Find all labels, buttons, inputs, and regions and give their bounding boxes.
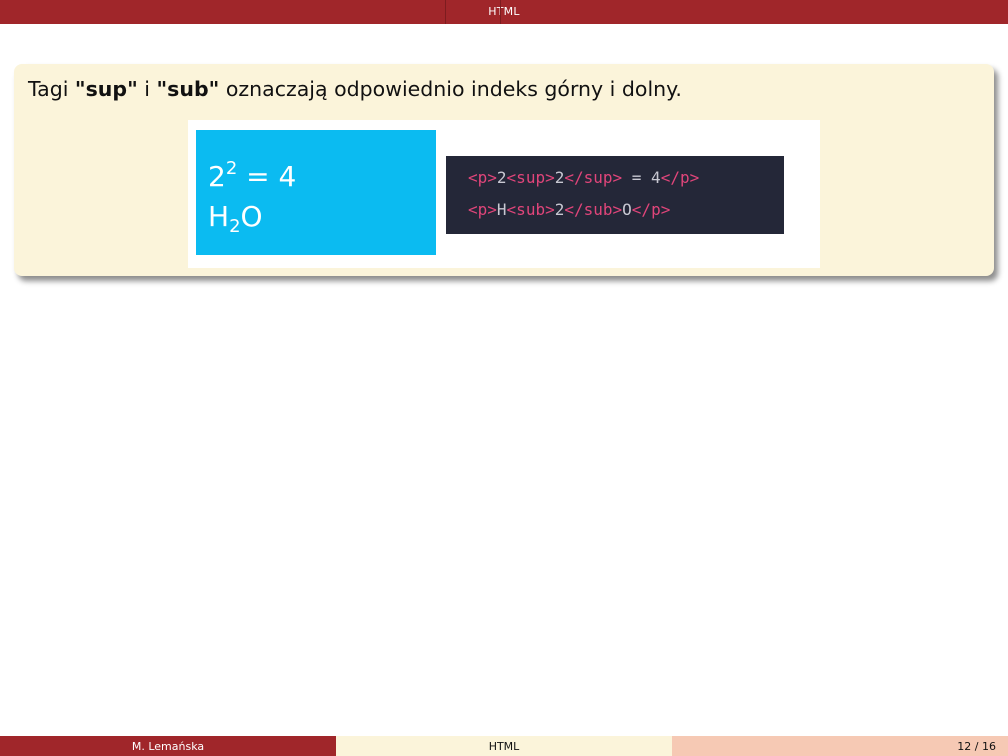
code-line-sub: <p>H<sub>2</sub>O</p> xyxy=(468,200,670,219)
rendered-superscript: 2 xyxy=(225,158,238,179)
code-text: O xyxy=(622,200,632,219)
text-mid: i xyxy=(137,77,157,101)
rendered-base: H xyxy=(208,200,230,233)
code-tag: <p> xyxy=(468,200,497,219)
code-tag: <p> xyxy=(468,168,497,187)
sup-label: "sup" xyxy=(74,77,138,101)
rendered-line-sub: H2O xyxy=(208,200,263,236)
footer-page-section: 12 / 16 xyxy=(672,736,1008,756)
code-tag: <sub> xyxy=(506,200,555,219)
rendered-subscript: 2 xyxy=(229,216,241,237)
footer-bar: M. Lemańska HTML 12 / 16 xyxy=(0,736,1008,756)
rendered-output-panel: 22 = 4 H2O xyxy=(196,130,436,255)
code-tag: <sup> xyxy=(506,168,555,187)
footer-author-section: M. Lemańska xyxy=(0,736,336,756)
rendered-rest: O xyxy=(240,200,263,233)
code-text: 2 xyxy=(496,168,507,187)
footer-title-section: HTML xyxy=(336,736,672,756)
header-title: HTML xyxy=(488,5,520,18)
block-text: Tagi "sup" i "sub" oznaczają odpowiednio… xyxy=(28,77,682,101)
code-text: 2 xyxy=(554,200,565,219)
sub-label: "sub" xyxy=(156,77,220,101)
code-tag: </sub> xyxy=(564,200,623,219)
rendered-base: 2 xyxy=(208,160,226,193)
code-tag: </sup> xyxy=(564,168,623,187)
rendered-line-sup: 22 = 4 xyxy=(208,158,297,194)
code-tag: </p> xyxy=(631,200,671,219)
text-before: Tagi xyxy=(28,77,75,101)
header-divider xyxy=(500,0,501,24)
header-bar: HTML xyxy=(0,0,1008,24)
example-image: 22 = 4 H2O <p>2<sup>2</sup> = 4</p> <p>H… xyxy=(188,120,820,268)
content-block: Tagi "sup" i "sub" oznaczają odpowiednio… xyxy=(14,64,994,276)
code-text: = 4 xyxy=(622,168,661,187)
code-tag: </p> xyxy=(660,168,700,187)
rendered-rest: = 4 xyxy=(237,160,297,193)
text-after: oznaczają odpowiednio indeks górny i dol… xyxy=(219,77,682,101)
page-number: 12 / 16 xyxy=(957,740,996,753)
footer-author: M. Lemańska xyxy=(131,740,205,753)
code-text: 2 xyxy=(554,168,565,187)
footer-title: HTML xyxy=(488,740,520,753)
code-text: H xyxy=(496,200,507,219)
code-line-sup: <p>2<sup>2</sup> = 4</p> xyxy=(468,168,699,187)
code-panel: <p>2<sup>2</sup> = 4</p> <p>H<sub>2</sub… xyxy=(446,156,784,234)
